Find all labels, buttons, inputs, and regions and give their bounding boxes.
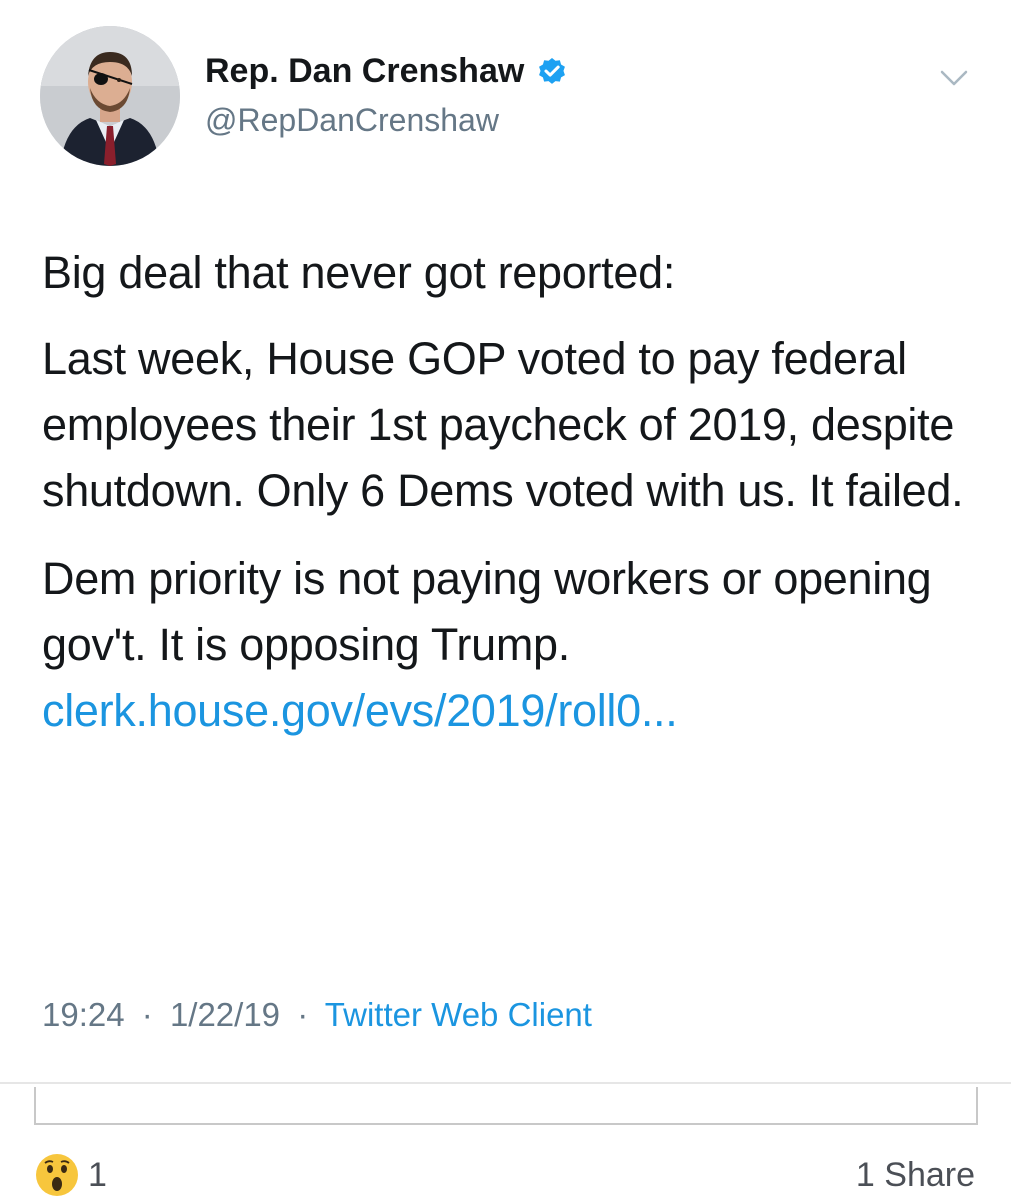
share-count[interactable]: 1 Share (856, 1156, 975, 1195)
tweet-paragraph: Big deal that never got reported: (42, 247, 676, 298)
tweet-date[interactable]: 1/22/19 (170, 996, 280, 1033)
tweet-paragraph: Dem priority is not paying workers or op… (42, 546, 972, 744)
meta-separator: · (141, 996, 153, 1033)
tweet-source[interactable]: Twitter Web Client (325, 996, 592, 1033)
chevron-down-icon[interactable] (936, 64, 972, 92)
author-handle[interactable]: @RepDanCrenshaw (205, 102, 499, 139)
tweet-link[interactable]: clerk.house.gov/evs/2019/roll0... (42, 685, 678, 736)
meta-separator: · (297, 996, 309, 1033)
reply-input[interactable] (34, 1087, 978, 1125)
avatar[interactable] (40, 26, 180, 166)
author-display-name[interactable]: Rep. Dan Crenshaw (205, 52, 524, 91)
divider (0, 1082, 1011, 1084)
tweet-time[interactable]: 19:24 (42, 996, 125, 1033)
tweet-meta: 19:24 · 1/22/19 · Twitter Web Client (42, 996, 592, 1034)
author-name[interactable]: Rep. Dan Crenshaw (205, 52, 568, 91)
verified-badge-icon (539, 57, 566, 84)
tweet-text: Big deal that never got reported: Last w… (42, 240, 972, 766)
wow-emoji-icon (36, 1154, 78, 1196)
tweet-screenshot: Rep. Dan Crenshaw @RepDanCrenshaw Big de… (0, 0, 1011, 1200)
reaction-summary[interactable]: 1 (34, 1152, 107, 1198)
tweet-paragraph-text: Dem priority is not paying workers or op… (42, 553, 932, 670)
reaction-count: 1 (88, 1155, 107, 1194)
tweet-paragraph: Last week, House GOP voted to pay federa… (42, 333, 964, 516)
